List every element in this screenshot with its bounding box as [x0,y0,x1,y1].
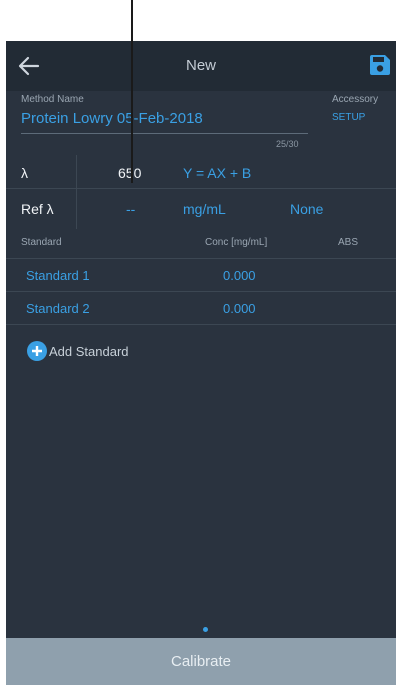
ref-wavelength-label: Ref λ [21,201,54,217]
standard-1-conc[interactable]: 0.000 [223,268,256,283]
page-indicator-dot [203,627,208,632]
divider [6,291,396,292]
save-icon[interactable] [368,53,392,77]
curve-selector[interactable]: None [290,201,323,217]
standard-1-name[interactable]: Standard 1 [26,268,90,283]
method-name-input[interactable]: Protein Lowry 05-Feb-2018 [21,110,203,127]
equation-selector[interactable]: Y = AX + B [183,165,251,181]
abs-column-header: ABS [338,237,359,248]
callout-line [131,0,133,183]
unit-selector[interactable]: mg/mL [183,201,226,217]
method-name-underline [21,133,308,134]
ref-wavelength-value[interactable]: -- [126,201,135,217]
plus-circle-icon[interactable] [27,341,47,361]
wavelength-label: λ [21,165,28,181]
setup-button[interactable]: SETUP [332,112,365,123]
conc-column-header: Conc [mg/mL] [205,237,268,248]
character-counter: 25/30 [276,139,299,149]
add-standard-button[interactable]: Add Standard [49,344,129,359]
standard-column-header: Standard [21,237,62,248]
divider [6,324,396,325]
column-divider [76,155,77,229]
accessory-label: Accessory [332,94,379,105]
page-title: New [185,57,216,74]
divider [6,188,396,189]
calibrate-button[interactable]: Calibrate [6,638,396,685]
app-screen: New Method Name Protein Lowry 05-Feb-201… [6,41,396,685]
top-toolbar: New [6,41,396,91]
method-name-label: Method Name [21,94,84,105]
divider [6,258,396,259]
standard-2-conc[interactable]: 0.000 [223,301,256,316]
standard-2-name[interactable]: Standard 2 [26,301,90,316]
wavelength-value[interactable]: 650 [118,165,141,181]
